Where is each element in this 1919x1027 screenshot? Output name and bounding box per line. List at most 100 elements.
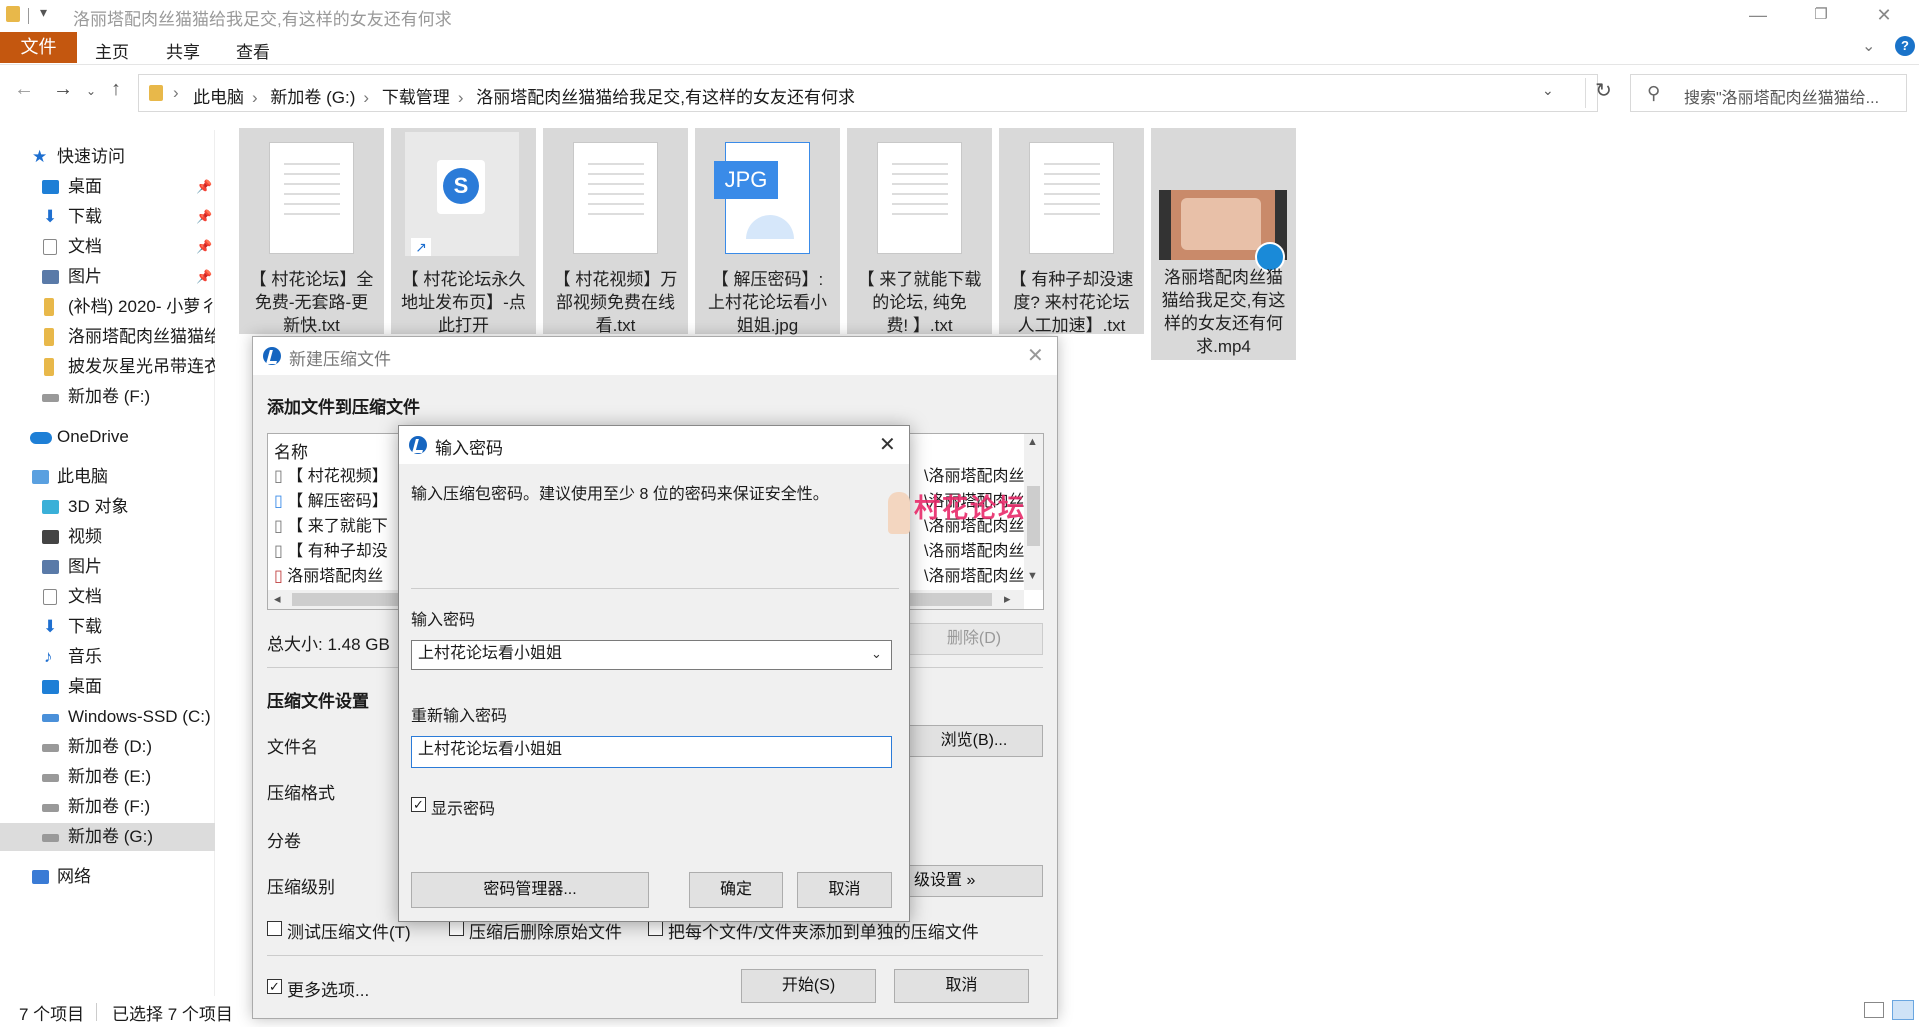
scroll-left-icon[interactable]: ◂ bbox=[274, 591, 281, 607]
forward-arrow-icon[interactable]: → bbox=[53, 78, 73, 101]
minimize-button[interactable]: — bbox=[1727, 0, 1789, 31]
refresh-icon[interactable]: ↻ bbox=[1585, 78, 1621, 108]
recent-dropdown-icon[interactable]: ⌄ bbox=[86, 84, 96, 98]
nav-drive-g[interactable]: 新加卷 (G:) bbox=[0, 823, 215, 851]
maximize-button[interactable]: ❐ bbox=[1790, 0, 1852, 31]
chevron-down-icon[interactable]: ⌄ bbox=[871, 646, 882, 662]
up-arrow-icon[interactable]: ↑ bbox=[111, 78, 121, 101]
scroll-thumb[interactable] bbox=[1027, 486, 1040, 546]
nav-pictures[interactable]: 图片 📌 bbox=[0, 263, 215, 291]
tab-share[interactable]: 共享 bbox=[166, 38, 200, 63]
cancel-button[interactable]: 取消 bbox=[894, 969, 1029, 1003]
list-item[interactable]: ▯ 【 解压密码】 bbox=[274, 487, 388, 511]
drive-icon bbox=[42, 834, 59, 842]
large-icons-view-icon[interactable] bbox=[1892, 1000, 1914, 1020]
level-label: 压缩级别 bbox=[267, 878, 335, 897]
cancel-button[interactable]: 取消 bbox=[797, 872, 892, 908]
file-tile[interactable]: JPG 【 解压密码】: 上村花论坛看小 姐姐.jpg bbox=[695, 128, 840, 335]
tab-view[interactable]: 查看 bbox=[236, 38, 270, 63]
nav-drive-e[interactable]: 新加卷 (E:) bbox=[0, 763, 215, 791]
list-item[interactable]: ▯ 【 村花视频】 bbox=[274, 462, 388, 486]
nav-pc-desktop[interactable]: 桌面 bbox=[0, 673, 215, 701]
test-archive-checkbox[interactable] bbox=[267, 921, 282, 936]
nav-folder-2[interactable]: 洛丽塔配肉丝猫猫给 bbox=[0, 323, 215, 351]
browse-button[interactable]: 浏览(B)... bbox=[905, 725, 1043, 757]
nav-network[interactable]: 网络 bbox=[0, 863, 215, 891]
password-field[interactable]: 上村花论坛看小姐姐 bbox=[411, 640, 892, 670]
nav-pc-downloads[interactable]: ⬇ 下载 bbox=[0, 613, 215, 641]
close-icon[interactable]: ✕ bbox=[879, 432, 896, 457]
show-password-label: 显示密码 bbox=[431, 801, 496, 818]
more-options-checkbox[interactable]: ✓ bbox=[267, 979, 282, 994]
nav-folder-3[interactable]: 披发灰星光吊带连衣 bbox=[0, 353, 215, 381]
nav-drive-d[interactable]: 新加卷 (D:) bbox=[0, 733, 215, 761]
file-tile[interactable]: 洛丽塔配肉丝猫 猫给我足交,有这 样的女友还有何 求.mp4 bbox=[1151, 128, 1296, 360]
show-password-checkbox[interactable]: ✓ bbox=[411, 797, 426, 812]
quick-access-dropdown-icon[interactable]: ▾ bbox=[40, 4, 47, 21]
list-item[interactable]: ▯ 【 来了就能下 bbox=[274, 512, 388, 536]
nav-pc-documents[interactable]: 文档 bbox=[0, 583, 215, 611]
folder-icon bbox=[44, 358, 54, 376]
column-name[interactable]: 名称 bbox=[274, 438, 308, 462]
delete-button[interactable]: 删除(D) bbox=[905, 623, 1043, 655]
nav-3d-objects[interactable]: 3D 对象 bbox=[0, 493, 215, 521]
reenter-password-field[interactable]: 上村花论坛看小姐姐 bbox=[411, 736, 892, 768]
nav-drive-c[interactable]: Windows-SSD (C:) bbox=[0, 703, 215, 731]
list-item[interactable]: ▯ 【 有种子却没 bbox=[274, 537, 388, 561]
file-tile[interactable]: 【 村花视频】万 部视频免费在线 看.txt bbox=[543, 128, 688, 335]
nav-downloads[interactable]: ⬇ 下载 📌 bbox=[0, 203, 215, 231]
file-tile[interactable]: S ↗ 【 村花论坛永久 地址发布页】-点 此打开 bbox=[391, 128, 536, 335]
chevron-down-icon[interactable]: ⌄ bbox=[1862, 36, 1875, 56]
scroll-right-icon[interactable]: ▸ bbox=[1004, 591, 1011, 607]
nav-documents[interactable]: 文档 📌 bbox=[0, 233, 215, 261]
nav-folder-1[interactable]: (补档) 2020- 小萝彳 bbox=[0, 293, 215, 321]
nav-drive-f[interactable]: 新加卷 (F:) bbox=[0, 793, 215, 821]
details-view-icon[interactable] bbox=[1864, 1002, 1884, 1018]
file-tile[interactable]: 【 来了就能下载 的论坛, 纯免 费! 】.txt bbox=[847, 128, 992, 335]
dialog-header: 新建压缩文件 ✕ bbox=[253, 337, 1057, 375]
separate-archives-checkbox[interactable] bbox=[648, 921, 663, 936]
back-arrow-icon[interactable]: ← bbox=[14, 78, 34, 101]
scroll-up-icon[interactable]: ▲ bbox=[1027, 436, 1038, 448]
address-dropdown-icon[interactable]: ⌄ bbox=[1542, 82, 1554, 99]
file-tile[interactable]: 【 村花论坛】全 免费-无套路-更 新快.txt bbox=[239, 128, 384, 335]
start-button[interactable]: 开始(S) bbox=[741, 969, 876, 1003]
dialog-header: 输入密码 ✕ bbox=[399, 426, 909, 464]
nav-music[interactable]: ♪ 音乐 bbox=[0, 643, 215, 671]
nav-onedrive[interactable]: OneDrive bbox=[0, 423, 215, 451]
tab-home[interactable]: 主页 bbox=[95, 38, 129, 63]
dialog-title: 新建压缩文件 bbox=[289, 350, 391, 369]
nav-this-pc[interactable]: 此电脑 bbox=[0, 463, 215, 491]
list-item[interactable]: ▯ 洛丽塔配肉丝 bbox=[274, 562, 383, 586]
delete-after-checkbox[interactable] bbox=[449, 921, 464, 936]
breadcrumb-drive-g[interactable]: 新加卷 (G:) bbox=[270, 88, 355, 107]
nav-quick-access[interactable]: ★ 快速访问 bbox=[0, 143, 215, 171]
help-icon[interactable]: ? bbox=[1895, 36, 1915, 56]
tab-file[interactable]: 文件 bbox=[0, 32, 77, 63]
close-icon[interactable]: ✕ bbox=[1027, 343, 1044, 368]
music-icon: ♪ bbox=[44, 647, 53, 666]
reenter-label: 重新输入密码 bbox=[411, 708, 508, 725]
address-bar[interactable]: › 此电脑 › 新加卷 (G:) › 下载管理 › 洛丽塔配肉丝猫猫给我足交,有这样的… bbox=[138, 74, 1598, 112]
nav-pc-pictures[interactable]: 图片 bbox=[0, 553, 215, 581]
password-label: 输入密码 bbox=[411, 612, 476, 629]
close-button[interactable]: ✕ bbox=[1853, 0, 1915, 31]
search-input[interactable]: 搜索"洛丽塔配肉丝猫猫给... bbox=[1684, 84, 1879, 108]
file-name: 【 村花视频】万 部视频免费在线 看.txt bbox=[553, 270, 678, 335]
search-box[interactable]: ⚲ 搜索"洛丽塔配肉丝猫猫给... bbox=[1630, 74, 1907, 112]
network-icon bbox=[32, 870, 49, 884]
nav-videos[interactable]: 视频 bbox=[0, 523, 215, 551]
password-manager-button[interactable]: 密码管理器... bbox=[411, 872, 649, 908]
nav-desktop[interactable]: 桌面 📌 bbox=[0, 173, 215, 201]
folder-icon bbox=[6, 6, 20, 22]
advanced-settings-button[interactable]: 级设置 » bbox=[905, 865, 1043, 897]
nav-drive-f-quick[interactable]: 新加卷 (F:) bbox=[0, 383, 215, 411]
picture-icon bbox=[42, 270, 59, 284]
vertical-scrollbar[interactable]: ▲ ▼ bbox=[1024, 434, 1043, 590]
scroll-down-icon[interactable]: ▼ bbox=[1027, 570, 1038, 582]
ok-button[interactable]: 确定 bbox=[689, 872, 783, 908]
breadcrumb-current-folder[interactable]: 洛丽塔配肉丝猫猫给我足交,有这样的女友还有何求 bbox=[476, 88, 855, 107]
file-tile[interactable]: 【 有种子却没速 度? 来村花论坛 人工加速】.txt bbox=[999, 128, 1144, 335]
breadcrumb-this-pc[interactable]: 此电脑 bbox=[193, 88, 244, 107]
breadcrumb-downloads[interactable]: 下载管理 bbox=[382, 88, 450, 107]
